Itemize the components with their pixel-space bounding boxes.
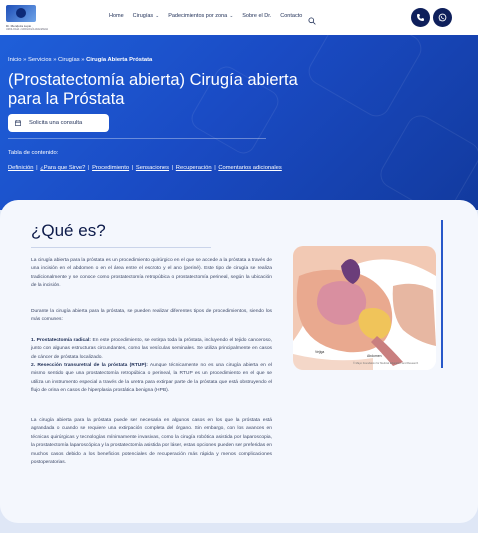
paragraph-definition: La cirugía abierta para la próstata es u…: [31, 258, 272, 289]
whatsapp-button[interactable]: [433, 8, 452, 27]
heading-rule: [31, 247, 211, 248]
breadcrumb-separator: »: [23, 57, 27, 63]
nav-item-label: Cirugías: [132, 13, 154, 19]
paragraph-considerations: La cirugía abierta para la próstata pued…: [31, 418, 272, 466]
toc-link[interactable]: Recuperación: [176, 165, 212, 171]
breadcrumb-item[interactable]: Servicios: [28, 57, 52, 63]
toc-link[interactable]: ¿Para que Sirve?: [40, 165, 85, 171]
toc-link[interactable]: Definición: [8, 165, 33, 171]
page-title: (Prostatectomía abierta) Cirugía abierta…: [8, 71, 298, 108]
hero-banner: Inicio » Servicios » Cirugías » Cirugía …: [0, 35, 478, 210]
breadcrumb: Inicio » Servicios » Cirugías » Cirugía …: [8, 57, 152, 63]
breadcrumb-separator: »: [53, 57, 57, 63]
nav-item[interactable]: Home: [109, 13, 124, 19]
search-icon[interactable]: [308, 12, 316, 25]
toc-link[interactable]: Comentarios adicionales: [218, 165, 281, 171]
nav-item-label: Padecimientos por zona: [168, 13, 228, 19]
toc-separator: |: [34, 165, 40, 171]
toc-title: Tabla de contenido:: [8, 150, 59, 156]
toc-link[interactable]: Procedimiento: [92, 165, 129, 171]
paragraph-procedures-intro: Durante la cirugía abierta para la próst…: [31, 309, 272, 323]
phone-icon: [417, 14, 424, 21]
figure-caption: © Mayo Foundation for Medical Education …: [353, 362, 419, 365]
content-card: ¿Qué es? La cirugía abierta para la prós…: [0, 200, 478, 523]
chevron-down-icon: ⌄: [154, 13, 160, 18]
breadcrumb-item[interactable]: Cirugías: [58, 57, 80, 63]
hero-decoration: [375, 110, 478, 210]
toc-link[interactable]: Sensaciones: [136, 165, 169, 171]
accent-line: [441, 220, 443, 368]
prostate-anatomy-illustration: Vejiga Abdomen © Mayo Foundation for Med…: [293, 246, 436, 370]
section-heading: ¿Qué es?: [31, 221, 106, 240]
cta-label: Solicita una consulta: [29, 120, 83, 126]
logo-mark: [6, 5, 36, 22]
procedure-item-1-title: 1. Prostatectomía radical:: [31, 338, 91, 343]
toc-separator: |: [170, 165, 175, 171]
procedure-item-2: 2. Resección transuretral de la próstata…: [31, 362, 272, 396]
procedure-item-2-title: 2. Resección transuretral de la próstata…: [31, 363, 148, 368]
whatsapp-icon: [438, 13, 447, 22]
nav-item-label: Home: [109, 13, 124, 19]
logo-tagline: UROLOGÍA • UROLOGÍA AVANZADA: [6, 28, 49, 31]
nav-item[interactable]: Padecimientos por zona ⌄: [168, 13, 233, 19]
nav-item[interactable]: Cirugías ⌄: [133, 13, 160, 19]
breadcrumb-item[interactable]: Inicio: [8, 57, 22, 63]
nav-item-label: Sobre el Dr.: [242, 13, 272, 19]
figure-label: Abdomen: [367, 354, 382, 358]
figure-label: Vejiga: [315, 350, 325, 354]
toc-separator: |: [212, 165, 218, 171]
calendar-icon: [15, 120, 21, 126]
toc-separator: |: [86, 165, 92, 171]
phone-button[interactable]: [411, 8, 430, 27]
hero-decoration: [303, 35, 427, 122]
request-consultation-button[interactable]: Solicita una consulta: [8, 114, 109, 132]
hero-divider: [8, 138, 266, 139]
nav-item[interactable]: Sobre el Dr.: [242, 13, 271, 19]
site-logo[interactable]: Dr. Mendoza Lupio UROLOGÍA • UROLOGÍA AV…: [6, 5, 48, 31]
nav-item-label: Contacto: [280, 13, 303, 19]
toc-separator: |: [130, 165, 135, 171]
main-nav: Home Cirugías ⌄ Padecimientos por zona ⌄ So…: [109, 13, 302, 19]
procedure-item-1: 1. Prostatectomía radical: En este proce…: [31, 337, 272, 362]
breadcrumb-separator: »: [81, 57, 85, 63]
site-header: Dr. Mendoza Lupio UROLOGÍA • UROLOGÍA AV…: [0, 0, 478, 35]
nav-item[interactable]: Contacto: [280, 13, 302, 19]
chevron-down-icon: ⌄: [228, 13, 234, 18]
table-of-contents: Definición | ¿Para que Sirve? | Procedim…: [8, 165, 282, 171]
breadcrumb-current: Cirugía Abierta Próstata: [86, 57, 153, 63]
